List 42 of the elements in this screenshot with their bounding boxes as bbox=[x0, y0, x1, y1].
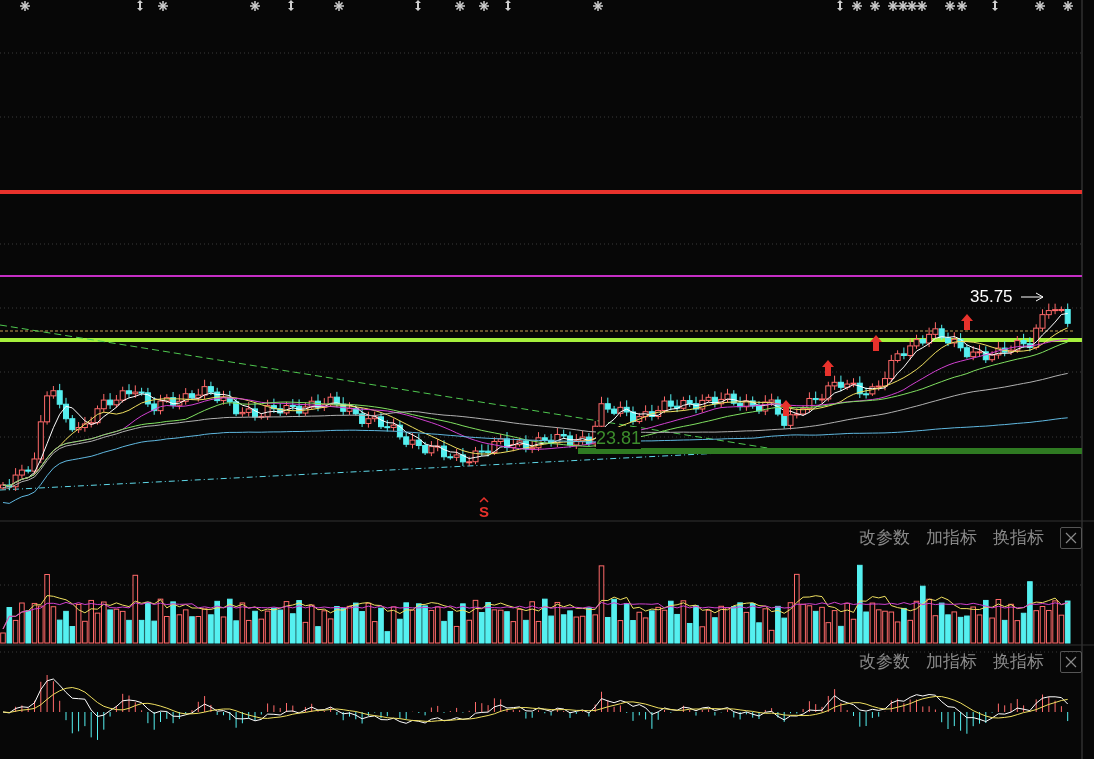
caret-icon bbox=[479, 496, 489, 503]
asterisk-icon bbox=[897, 0, 909, 12]
asterisk-icon bbox=[249, 0, 261, 12]
signal-marker: S bbox=[479, 504, 489, 520]
close-button[interactable] bbox=[1060, 527, 1082, 549]
toolbar-button[interactable]: 换指标 bbox=[993, 650, 1044, 674]
close-icon bbox=[1064, 655, 1078, 669]
asterisk-icon bbox=[944, 0, 956, 12]
toolbar-button[interactable]: 加指标 bbox=[926, 526, 977, 550]
asterisk-icon bbox=[592, 0, 604, 12]
pointer-arrow-icon bbox=[1020, 292, 1044, 302]
asterisk-icon bbox=[157, 0, 169, 12]
toolbar-button[interactable]: 改参数 bbox=[859, 650, 910, 674]
asterisk-icon bbox=[956, 0, 968, 12]
up-down-arrow-icon bbox=[837, 0, 843, 11]
up-down-arrow-icon bbox=[137, 0, 143, 11]
up-down-arrow-icon bbox=[992, 0, 998, 11]
toolbar-button[interactable]: 换指标 bbox=[993, 526, 1044, 550]
price-label: 35.75 bbox=[970, 286, 1013, 308]
up-down-arrow-icon bbox=[288, 0, 294, 11]
close-icon bbox=[1064, 531, 1078, 545]
asterisk-icon bbox=[916, 0, 928, 12]
asterisk-icon bbox=[478, 0, 490, 12]
asterisk-icon bbox=[1034, 0, 1046, 12]
asterisk-icon bbox=[887, 0, 899, 12]
price-label: 23.81 bbox=[596, 427, 642, 449]
asterisk-icon bbox=[454, 0, 466, 12]
up-arrow-icon bbox=[822, 360, 834, 376]
asterisk-icon bbox=[851, 0, 863, 12]
toolbar-button[interactable]: 加指标 bbox=[926, 650, 977, 674]
close-button[interactable] bbox=[1060, 651, 1082, 673]
asterisk-icon bbox=[906, 0, 918, 12]
up-down-arrow-icon bbox=[415, 0, 421, 11]
asterisk-icon bbox=[1062, 0, 1074, 12]
up-arrow-icon bbox=[961, 314, 973, 330]
asterisk-icon bbox=[333, 0, 345, 12]
up-arrow-icon bbox=[780, 400, 792, 416]
asterisk-icon bbox=[869, 0, 881, 12]
up-arrow-icon bbox=[870, 335, 882, 351]
toolbar-button[interactable]: 改参数 bbox=[859, 526, 910, 550]
asterisk-icon bbox=[19, 0, 31, 12]
up-down-arrow-icon bbox=[505, 0, 511, 11]
